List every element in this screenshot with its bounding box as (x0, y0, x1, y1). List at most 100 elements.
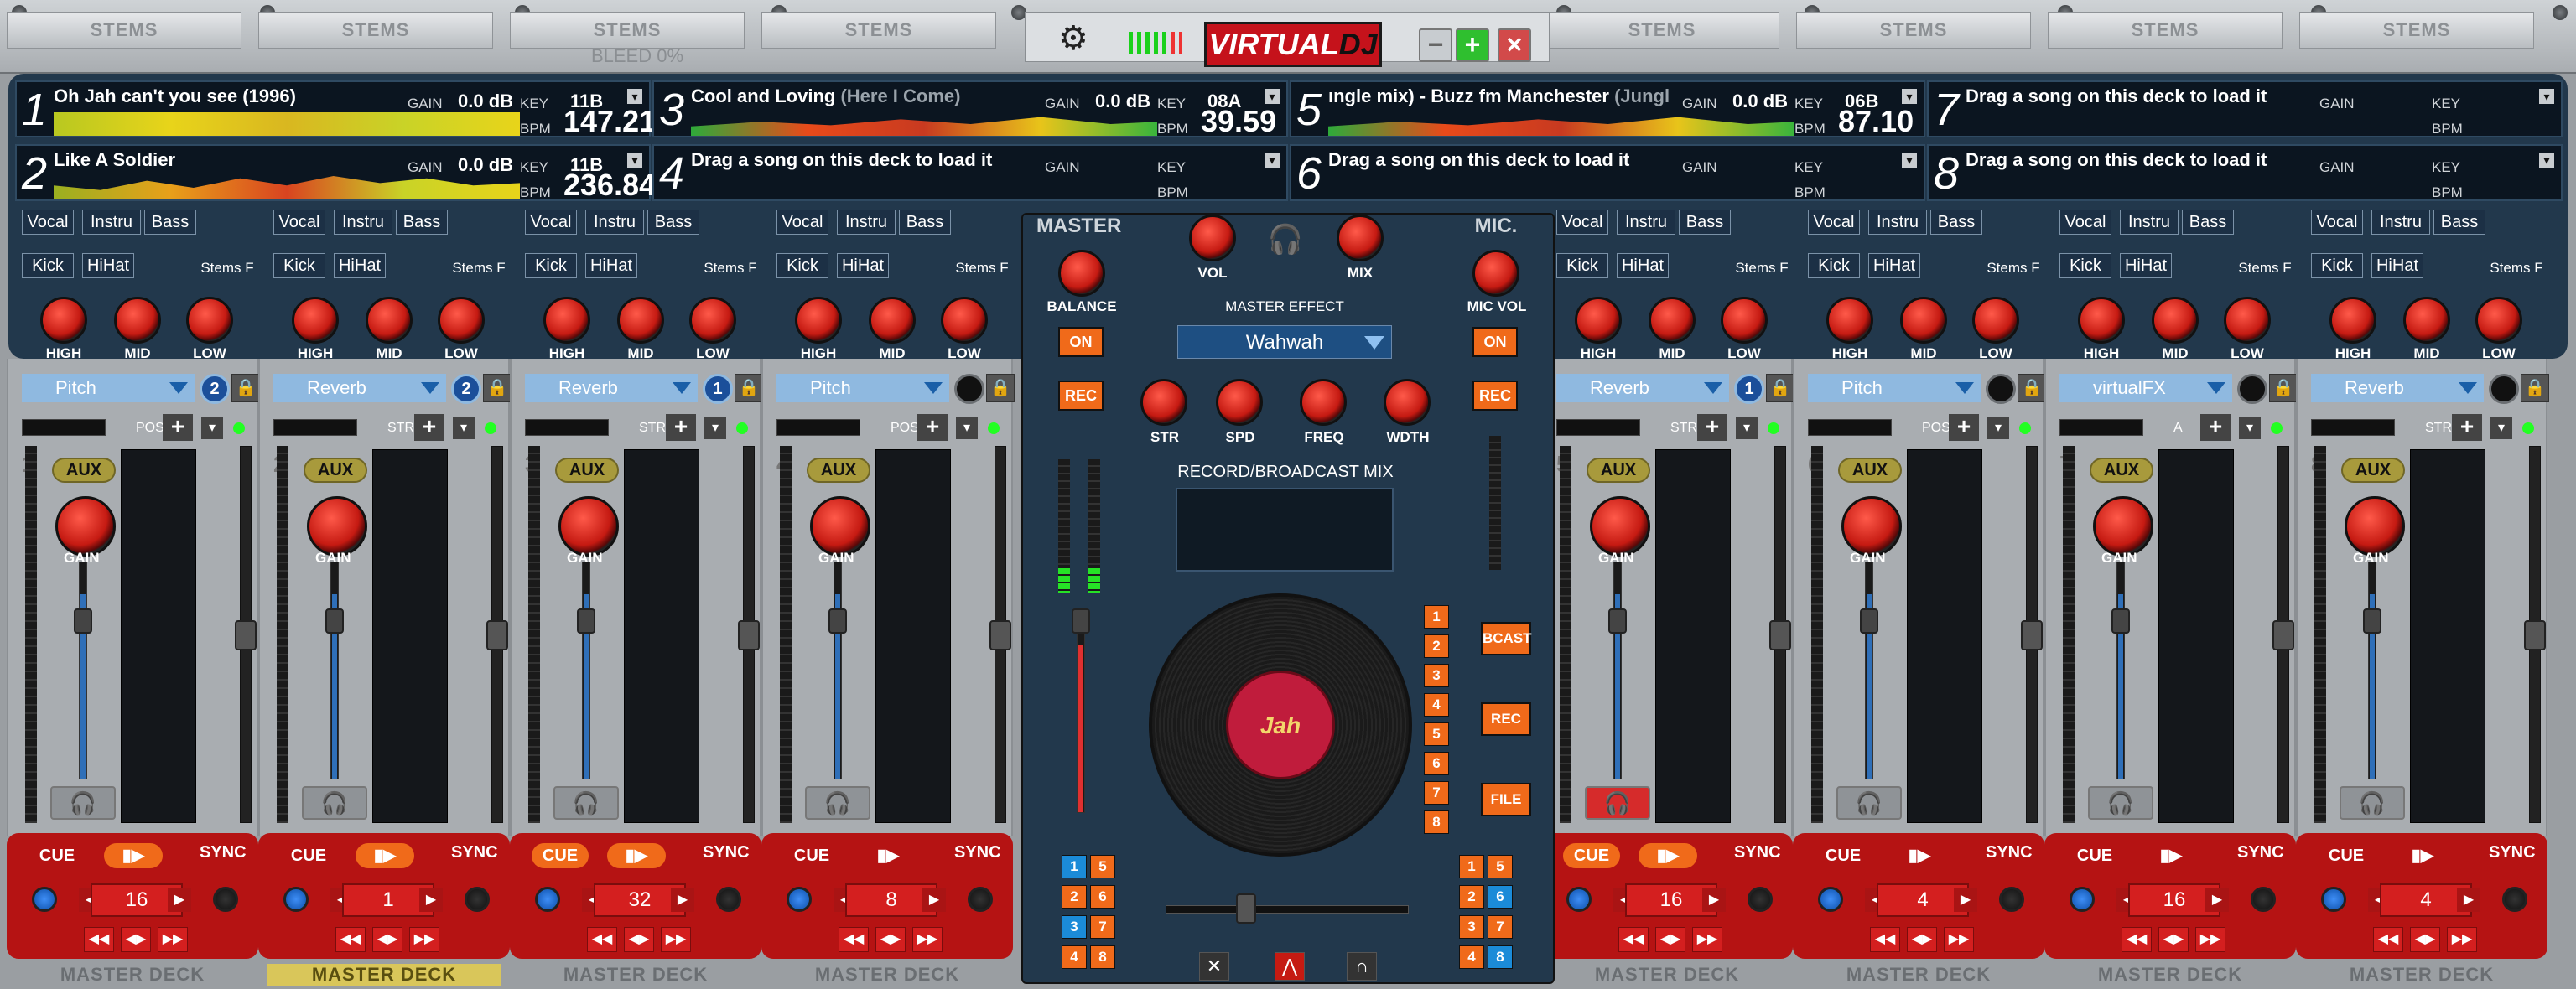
add-button[interactable]: + (2452, 414, 2482, 441)
crossfader-ramp-icon[interactable]: ∩ (1347, 952, 1377, 981)
deck-menu-chevron-icon[interactable]: ▾ (2539, 89, 2554, 104)
loop-out-knob[interactable] (1748, 887, 1773, 912)
master-fx-on-button[interactable]: ON (1058, 327, 1104, 357)
right-bank-button[interactable]: 2 (1459, 885, 1484, 909)
lock-icon[interactable]: 🔒 (1766, 374, 1794, 402)
left-bank-button[interactable]: 1 (1062, 855, 1087, 878)
headphone-cue-button[interactable]: 🎧 (302, 786, 367, 820)
sampler-pad-6[interactable]: 6 (1424, 752, 1449, 775)
volume-fader[interactable] (2368, 562, 2376, 779)
add-button[interactable]: + (1949, 414, 1979, 441)
volume-fader-cap[interactable] (828, 608, 847, 634)
play-pause-button[interactable]: ▮▶ (1890, 843, 1949, 868)
gain-knob[interactable] (2093, 496, 2153, 557)
eq-low-knob[interactable] (186, 297, 233, 344)
stem-bass-button[interactable]: Bass (2433, 210, 2485, 235)
stem-instru-button[interactable]: Instru (82, 210, 141, 235)
stem-bass-button[interactable]: Bass (396, 210, 448, 235)
headphone-cue-button[interactable]: 🎧 (50, 786, 116, 820)
sampler-pad-7[interactable]: 7 (1424, 781, 1449, 805)
loop-out-knob[interactable] (2251, 887, 2276, 912)
add-button[interactable]: + (414, 414, 444, 441)
sync-button[interactable]: SYNC (1734, 843, 1781, 862)
sync-button[interactable]: SYNC (200, 843, 247, 862)
sampler-pad-8[interactable]: 8 (1424, 810, 1449, 834)
gain-knob[interactable] (1841, 496, 1902, 557)
loop-double-button[interactable]: ▶ (2205, 888, 2229, 912)
headphone-cue-button[interactable]: 🎧 (1836, 786, 1902, 820)
loop-out-knob[interactable] (213, 887, 238, 912)
stem-instru-button[interactable]: Instru (585, 210, 644, 235)
play-pause-button[interactable]: ▮▶ (607, 843, 666, 868)
skip-back-button[interactable]: ◀◀ (1618, 927, 1649, 952)
file-button[interactable]: FILE (1481, 783, 1531, 816)
stem-kick-button[interactable]: Kick (1808, 253, 1860, 278)
deck-info-2[interactable]: 2 Like A Soldier GAIN 0.0 dB KEY 11B BPM 236.84… (15, 144, 656, 202)
close-button[interactable]: × (1498, 28, 1531, 62)
stem-kick-button[interactable]: Kick (22, 253, 74, 278)
stem-hihat-button[interactable]: HiHat (585, 253, 637, 278)
deck-info-6[interactable]: 6 Drag a song on this deck to load it GAIN… (1290, 144, 1925, 201)
loop-out-knob[interactable] (716, 887, 741, 912)
mic-vol-knob[interactable] (1472, 250, 1519, 297)
str-knob[interactable] (1140, 379, 1187, 426)
right-bank-button[interactable]: 4 (1459, 945, 1484, 969)
loop-in-knob[interactable] (2070, 887, 2095, 912)
right-bank-button[interactable]: 1 (1459, 855, 1484, 878)
eq-mid-knob[interactable] (1900, 297, 1947, 344)
stems-button-4[interactable]: STEMS (761, 12, 996, 49)
volume-fader[interactable] (582, 562, 590, 779)
aux-button[interactable]: AUX (1587, 458, 1650, 483)
cue-button[interactable]: CUE (2066, 843, 2123, 868)
loop-double-button[interactable]: ▶ (2457, 888, 2480, 912)
loop-move-button[interactable]: ◀▶ (624, 927, 654, 952)
stems-button-2[interactable]: STEMS (258, 12, 493, 49)
broadcast-button[interactable]: BCAST (1481, 622, 1532, 655)
deck-menu-chevron-icon[interactable]: ▾ (2539, 153, 2554, 168)
stem-instru-button[interactable]: Instru (1617, 210, 1675, 235)
effect-slot[interactable]: 2 (200, 374, 230, 404)
options-chevron-icon[interactable]: ▾ (201, 417, 223, 439)
options-chevron-icon[interactable]: ▾ (1987, 417, 2009, 439)
sync-button[interactable]: SYNC (2237, 843, 2284, 862)
volume-fader-cap[interactable] (74, 608, 92, 634)
volume-fader[interactable] (79, 562, 87, 779)
add-button[interactable]: + (163, 414, 193, 441)
aux-button[interactable]: AUX (304, 458, 367, 483)
left-bank-button[interactable]: 8 (1090, 945, 1115, 969)
effect-slot[interactable]: 2 (451, 374, 481, 404)
mic-on-button[interactable]: ON (1472, 327, 1518, 357)
play-pause-button[interactable]: ▮▶ (2142, 843, 2200, 868)
eq-low-knob[interactable] (689, 297, 736, 344)
aux-button[interactable]: AUX (2090, 458, 2153, 483)
loop-move-button[interactable]: ◀▶ (2158, 927, 2189, 952)
stem-vocal-button[interactable]: Vocal (1808, 210, 1860, 235)
play-pause-button[interactable]: ▮▶ (2393, 843, 2452, 868)
skip-forward-button[interactable]: ▶▶ (661, 927, 691, 952)
maximize-button[interactable]: + (1456, 28, 1489, 62)
loop-move-button[interactable]: ◀▶ (1907, 927, 1937, 952)
stem-vocal-button[interactable]: Vocal (273, 210, 325, 235)
eq-mid-knob[interactable] (869, 297, 916, 344)
volume-fader[interactable] (2116, 562, 2125, 779)
headphone-cue-button[interactable]: 🎧 (2340, 786, 2405, 820)
eq-high-knob[interactable] (2078, 297, 2125, 344)
aux-button[interactable]: AUX (2341, 458, 2405, 483)
stem-vocal-button[interactable]: Vocal (776, 210, 828, 235)
left-bank-button[interactable]: 5 (1090, 855, 1115, 878)
loop-double-button[interactable]: ▶ (419, 888, 443, 912)
eq-mid-knob[interactable] (114, 297, 161, 344)
loop-move-button[interactable]: ◀▶ (2410, 927, 2440, 952)
loop-double-button[interactable]: ▶ (1702, 888, 1726, 912)
stems-button-7[interactable]: STEMS (2048, 12, 2283, 49)
stem-hihat-button[interactable]: HiHat (1617, 253, 1669, 278)
play-pause-button[interactable]: ▮▶ (356, 843, 414, 868)
deck-menu-chevron-icon[interactable]: ▾ (1902, 89, 1917, 104)
skip-forward-button[interactable]: ▶▶ (1692, 927, 1722, 952)
stems-button-6[interactable]: STEMS (1796, 12, 2031, 49)
loop-out-knob[interactable] (2502, 887, 2527, 912)
lock-icon[interactable]: 🔒 (2521, 374, 2549, 402)
stem-bass-button[interactable]: Bass (144, 210, 196, 235)
right-bank-button[interactable]: 8 (1488, 945, 1513, 969)
deck-info-4[interactable]: 4 Drag a song on this deck to load it GAIN… (652, 144, 1288, 201)
